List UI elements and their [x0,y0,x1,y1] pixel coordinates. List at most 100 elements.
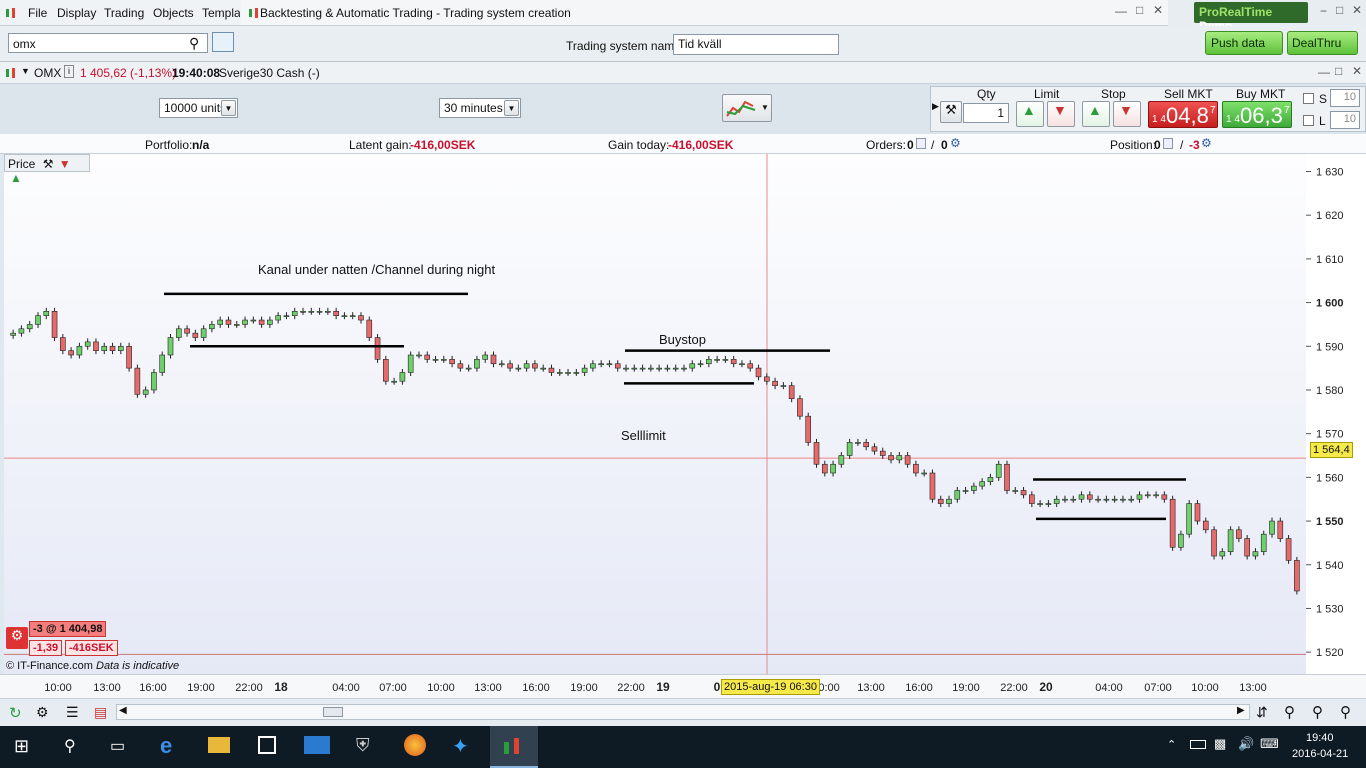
interval-select[interactable]: 30 minutes ▼ [439,98,521,118]
l-checkbox[interactable] [1303,115,1314,126]
time-axis[interactable]: 10:00 13:00 16:00 19:00 22:00 18 04:00 07:00 10:… [0,674,1366,698]
instrument-symbol[interactable]: OMX [34,66,61,80]
candle-body [465,367,472,370]
position-gear-icon[interactable]: ⚙ [1201,136,1212,150]
scroll-thumb[interactable] [323,707,343,717]
search-field[interactable]: omx ⚲ [8,33,208,53]
dealthru-button[interactable]: DealThru [1287,31,1358,55]
candle-body [449,359,455,365]
candle-body [84,341,91,347]
prorealtime-task-icon[interactable] [490,726,538,768]
wrench-button[interactable]: ⚒ [940,101,962,123]
twitter-icon[interactable]: ✦ [452,734,469,759]
indicators-icon[interactable]: ⚙ [36,704,49,721]
close-icon[interactable]: ✕ [1153,3,1163,17]
s-checkbox[interactable] [1303,93,1314,104]
shield-icon[interactable]: ⛨ [356,735,370,756]
layers-icon[interactable]: ▤ [94,704,107,721]
limit-sell-button[interactable]: ▼ [1047,101,1075,127]
candle-body [358,315,364,321]
order-panel-collapse-icon[interactable]: ▶ [932,101,939,112]
trading-system-name-input[interactable]: Tid kväll [673,34,839,55]
task-view-icon[interactable]: ▭ [110,736,125,756]
price-axis[interactable]: 1 630 1 620 1 610 1 600 1 590 1 580 1 570 1 560… [1306,154,1366,674]
limit-buy-button[interactable]: ▲ [1016,101,1044,127]
interval-dropdown-icon[interactable]: ▼ [504,100,519,116]
chart-refresh-icon[interactable]: ↻ [9,704,22,722]
wrench-icon[interactable]: ⚒ [43,157,54,171]
l-input[interactable]: 10 [1330,111,1360,129]
edge-icon[interactable]: e [160,733,172,759]
chart-close-icon[interactable]: ✕ [1352,64,1362,78]
qty-input[interactable]: 1 [963,103,1009,123]
x-tick-label: 04:00 [332,682,360,694]
candle-body [929,472,936,500]
latent-gain-label: Latent gain: [349,138,412,152]
list-icon[interactable]: ☰ [66,704,79,721]
menu-templates[interactable]: Templat [202,6,240,20]
start-icon[interactable]: ⊞ [14,736,29,757]
menu-trading[interactable]: Trading [104,6,144,20]
store-icon[interactable] [258,736,276,754]
position-gear-icon[interactable]: ⚙ [6,627,28,649]
tray-chevron-icon[interactable]: ⌃ [1167,738,1176,751]
units-dropdown-icon[interactable]: ▼ [221,100,236,116]
search-icon[interactable]: ⚲ [189,35,199,52]
x-tick-label: 19:00 [570,682,598,694]
search-input[interactable]: omx [13,37,36,51]
position-list-icon[interactable] [1163,138,1173,149]
info-icon[interactable]: i [64,65,74,78]
file-explorer-icon[interactable] [208,737,230,753]
zoom-fit-icon[interactable]: ⚲ [1284,703,1295,721]
menu-objects[interactable]: Objects [153,6,194,20]
chart-type-dropdown-icon[interactable]: ▼ [761,103,769,112]
firefox-icon[interactable] [404,734,426,756]
position-badge[interactable]: ⚙ -3 @ 1 404,98 -1,39 -416SEK [6,621,118,657]
scroll-left-icon[interactable]: ◀ [119,705,127,716]
minimize-icon[interactable]: — [1115,4,1127,18]
s-input[interactable]: 10 [1330,89,1360,107]
candle-body [896,455,903,461]
stop-sell-button[interactable]: ▼ [1113,101,1141,127]
keyboard-icon[interactable]: ⌨ [1260,736,1279,752]
price-chart[interactable]: Price ⚒ ▼ ▲ Kanal under natten /Channel … [4,154,1306,674]
maximize-icon[interactable]: □ [1136,3,1143,17]
screener-icon[interactable] [212,32,234,52]
zoom-out-icon[interactable]: ⚲ [1312,703,1323,721]
qty-value: 1 [997,106,1004,120]
indicative-text: Data is indicative [96,660,180,672]
search-taskbar-icon[interactable]: ⚲ [64,736,76,756]
pin-icon[interactable]: − [1320,4,1327,18]
units-select[interactable]: 10000 units ▼ [159,98,238,118]
menu-file[interactable]: File [28,6,47,20]
volume-icon[interactable]: 🔊 [1238,736,1254,752]
network-icon[interactable]: ▩ [1214,736,1226,752]
chart-maximize-icon[interactable]: □ [1335,64,1342,78]
chart-type-button[interactable]: ▼ [722,94,772,122]
battery-icon[interactable] [1190,740,1206,749]
brand-close-icon[interactable]: ✕ [1352,3,1362,17]
zoom-in-icon[interactable]: ⚲ [1340,703,1351,721]
chevron-down-icon[interactable]: ▼ [21,66,30,76]
orders-gear-icon[interactable]: ⚙ [950,136,961,150]
candle-body [614,363,621,369]
price-tab[interactable]: Price ⚒ ▼ ▲ [4,154,90,185]
lenovo-icon[interactable] [304,736,330,754]
orders-list-icon[interactable] [916,138,926,149]
chart-minimize-icon[interactable]: — [1318,65,1330,79]
remove-indicator-icon[interactable]: ▼ [59,157,71,171]
stop-buy-button[interactable]: ▲ [1082,101,1110,127]
scroll-right-icon[interactable]: ▶ [1237,705,1245,716]
restore-icon[interactable]: □ [1336,3,1343,17]
horizontal-scrollbar[interactable]: ◀ ▶ [116,704,1250,720]
candlestick-plot[interactable] [4,154,1306,674]
buy-mkt-button[interactable]: 1 4 06,3 7 [1222,101,1292,128]
push-data-button[interactable]: Push data [1205,31,1283,55]
menu-display[interactable]: Display [57,6,96,20]
brand-name: ProRealTime [1199,5,1273,19]
sell-mkt-button[interactable]: 1 4 04,8 7 [1148,101,1218,128]
s-value: 10 [1343,91,1356,103]
add-indicator-icon[interactable]: ▲ [10,171,22,185]
price-axis-ticks: 1 630 1 620 1 610 1 600 1 590 1 580 1 570 1 560… [1306,166,1344,659]
autoscale-icon[interactable]: ⇵ [1256,704,1268,721]
